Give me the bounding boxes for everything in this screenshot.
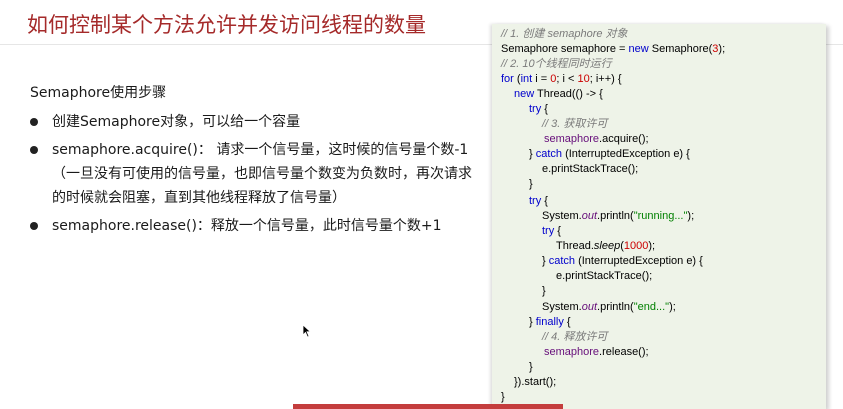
bullet-list: 创建Semaphore对象，可以给一个容量 semaphore.acquire(… <box>30 110 475 242</box>
code-field: out <box>581 210 598 222</box>
code-text: Thread. <box>556 240 594 252</box>
code-text: ); <box>718 43 726 55</box>
code-string: "running..." <box>633 210 688 222</box>
bullet-dot-icon <box>30 118 38 126</box>
code-text: (InterruptedException e) { <box>562 148 690 160</box>
code-text: .println( <box>597 301 634 313</box>
code-line: System.out.println("end..."); <box>542 300 676 315</box>
bullet-text: semaphore.release()：释放一个信号量，此时信号量个数+1 <box>52 218 442 234</box>
code-line: try { <box>529 102 548 117</box>
code-line: new Thread(() -> { <box>514 87 603 102</box>
code-field: semaphore <box>544 133 600 145</box>
accent-bar <box>293 404 563 409</box>
code-line: e.printStackTrace(); <box>556 269 652 284</box>
list-item: 创建Semaphore对象，可以给一个容量 <box>30 110 475 134</box>
code-field: semaphore <box>544 346 600 358</box>
code-comment: // 4. 释放许可 <box>542 331 608 343</box>
code-text: { <box>563 316 571 328</box>
code-line: // 3. 获取许可 <box>542 117 607 132</box>
code-text: .println( <box>597 210 634 222</box>
code-text: { <box>541 195 548 207</box>
code-text: { <box>554 225 561 237</box>
list-item: semaphore.acquire()： 请求一个信号量，这时候的信号量个数-1… <box>30 138 475 210</box>
code-text: i = <box>532 73 551 85</box>
code-string: "end..." <box>633 301 670 313</box>
code-text: } <box>529 316 536 328</box>
code-keyword: new <box>514 88 535 100</box>
code-line: } catch (InterruptedException e) { <box>542 254 703 269</box>
code-keyword: catch <box>548 255 576 267</box>
code-keyword: int <box>520 73 533 85</box>
section-heading: Semaphore使用步骤 <box>30 85 167 101</box>
code-line: } <box>542 284 546 299</box>
code-line: } finally { <box>529 315 571 330</box>
code-line: // 4. 释放许可 <box>542 330 607 345</box>
code-number: 1000 <box>623 240 649 252</box>
code-line: try { <box>529 194 548 209</box>
code-text: ); <box>669 301 676 313</box>
code-line: } <box>529 177 533 192</box>
code-line: semaphore.release(); <box>544 345 649 360</box>
code-comment: // 3. 获取许可 <box>542 118 608 130</box>
code-line: // 1. 创建 semaphore 对象 <box>501 27 628 42</box>
code-text: } <box>529 148 536 160</box>
code-text: } <box>501 391 505 403</box>
code-text: ; i < <box>556 73 578 85</box>
code-line: semaphore.acquire(); <box>544 132 649 147</box>
code-number: 10 <box>577 73 590 85</box>
code-keyword: for <box>501 73 514 85</box>
code-text: (InterruptedException e) { <box>575 255 703 267</box>
code-text: { <box>541 103 548 115</box>
code-line: try { <box>542 224 561 239</box>
code-text: Thread(() -> { <box>534 88 603 100</box>
code-text: } <box>542 285 546 297</box>
code-text: } <box>529 361 533 373</box>
code-text: ; i++) { <box>589 73 622 85</box>
code-text: Semaphore( <box>648 43 713 55</box>
code-text: ); <box>687 210 695 222</box>
code-line: System.out.println("running..."); <box>542 209 694 224</box>
code-panel: // 1. 创建 semaphore 对象 Semaphore semaphor… <box>492 24 826 409</box>
code-comment: // 1. 创建 semaphore 对象 <box>501 28 628 40</box>
code-keyword: try <box>529 103 542 115</box>
code-text: e.printStackTrace(); <box>542 163 639 175</box>
bullet-dot-icon <box>30 222 38 230</box>
code-line: Thread.sleep(1000); <box>556 239 655 254</box>
code-text: } <box>542 255 549 267</box>
list-item: semaphore.release()：释放一个信号量，此时信号量个数+1 <box>30 214 475 238</box>
bullet-text: semaphore.acquire()： 请求一个信号量，这时候的信号量个数-1… <box>52 142 472 206</box>
code-keyword: catch <box>535 148 563 160</box>
code-line: } <box>529 360 533 375</box>
code-line: Semaphore semaphore = new Semaphore(3); <box>501 42 725 57</box>
code-keyword: finally <box>535 316 564 328</box>
code-text: .release(); <box>599 346 649 358</box>
code-text: System. <box>542 301 582 313</box>
code-line: } <box>501 390 505 405</box>
code-text: ); <box>648 240 656 252</box>
code-comment: // 2. 10个线程同时运行 <box>501 58 612 70</box>
code-line: // 2. 10个线程同时运行 <box>501 57 612 72</box>
code-text: .acquire(); <box>599 133 649 145</box>
code-text: e.printStackTrace(); <box>556 270 653 282</box>
bullet-text: 创建Semaphore对象，可以给一个容量 <box>52 114 301 130</box>
code-line: }).start(); <box>514 375 556 390</box>
code-text: System. <box>542 210 582 222</box>
code-text: ( <box>513 73 521 85</box>
code-text: }).start(); <box>514 376 557 388</box>
code-keyword: new <box>628 43 649 55</box>
code-line: for (int i = 0; i < 10; i++) { <box>501 72 622 87</box>
code-line: } catch (InterruptedException e) { <box>529 147 690 162</box>
code-keyword: try <box>529 195 542 207</box>
code-line: e.printStackTrace(); <box>542 162 638 177</box>
bullet-dot-icon <box>30 146 38 154</box>
mouse-pointer-icon <box>302 324 312 338</box>
code-keyword: try <box>542 225 555 237</box>
slide-title: 如何控制某个方法允许并发访问线程的数量 <box>27 13 426 37</box>
code-text: } <box>529 178 533 190</box>
code-field: out <box>581 301 598 313</box>
code-text: Semaphore semaphore = <box>501 43 629 55</box>
code-method: sleep <box>593 240 621 252</box>
